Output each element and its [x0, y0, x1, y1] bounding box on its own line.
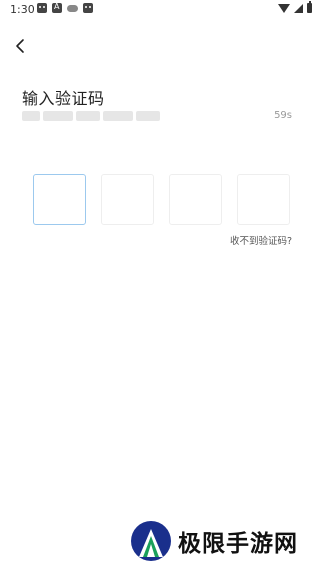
- cat-icon: [83, 3, 93, 13]
- phone-number-masked: [22, 111, 160, 121]
- code-digit-box[interactable]: [101, 174, 157, 226]
- triangle-logo-icon: [131, 521, 171, 561]
- verification-code-input: [33, 174, 293, 226]
- code-digit-box[interactable]: [33, 174, 89, 226]
- resend-countdown: 59s: [274, 110, 292, 121]
- status-indicators: [278, 1, 312, 13]
- code-digit-3-input[interactable]: [170, 175, 225, 226]
- code-digit-box[interactable]: [169, 174, 225, 226]
- page-title: 输入验证码: [22, 89, 105, 108]
- code-digit-2-input[interactable]: [102, 175, 157, 226]
- code-digit-box[interactable]: [237, 174, 293, 226]
- notification-icons: [37, 2, 93, 13]
- watermark-text: 极限手游网: [178, 530, 298, 557]
- signal-icon: [294, 3, 303, 13]
- game-icon: [67, 4, 78, 12]
- wifi-icon: [278, 3, 290, 13]
- cat-icon: [37, 3, 47, 13]
- a-icon: [52, 2, 62, 13]
- watermark: 极限手游网: [130, 520, 298, 562]
- code-digit-4-input[interactable]: [238, 175, 293, 226]
- battery-icon: [307, 1, 312, 13]
- status-bar: 1:30: [0, 0, 320, 20]
- cannot-receive-code-link[interactable]: 收不到验证码?: [230, 233, 292, 247]
- back-button[interactable]: [12, 37, 30, 55]
- code-digit-1-input[interactable]: [34, 175, 89, 226]
- chevron-left-icon: [16, 39, 24, 53]
- status-time: 1:30: [10, 3, 35, 16]
